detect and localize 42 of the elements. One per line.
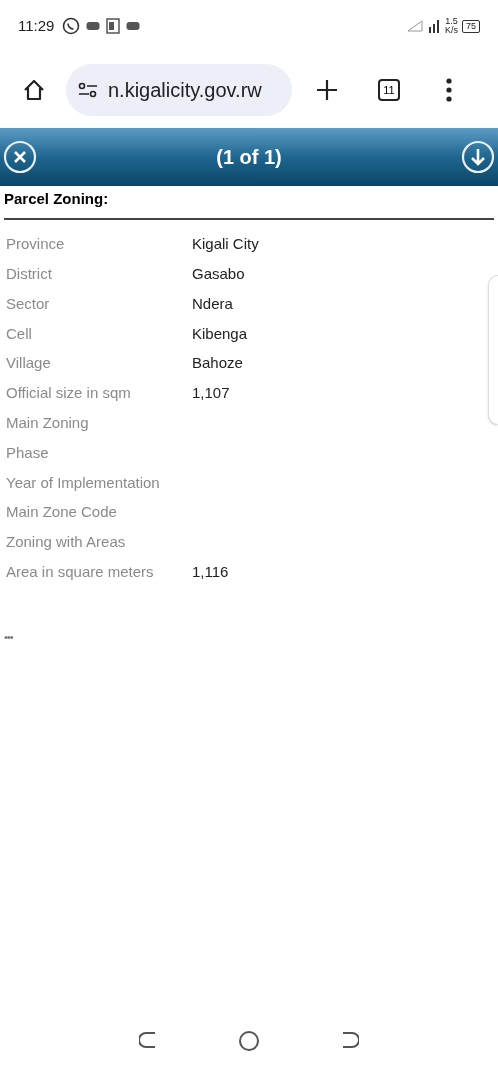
home-icon[interactable] — [22, 78, 46, 102]
document-icon — [106, 18, 121, 34]
field-label: Zoning with Areas — [6, 532, 127, 553]
field-value: 1,107 — [192, 383, 230, 404]
field-value: Bahoze — [192, 353, 243, 374]
field-value: Kibenga — [192, 323, 248, 344]
signal-icon — [406, 20, 423, 32]
field-label: Main Zone Code — [6, 502, 118, 523]
more-dots[interactable]: ••• — [4, 629, 13, 646]
gamepad-icon — [86, 21, 101, 31]
field-label: District — [6, 263, 53, 284]
battery-indicator: 75 — [462, 19, 480, 33]
network-speed: 1.5 — [445, 17, 458, 26]
field-label: Village — [6, 353, 52, 374]
field-label: Main Zoning — [6, 412, 90, 433]
field-label: Area in square meters — [6, 561, 155, 582]
field-value: 1,116 — [192, 561, 229, 582]
home-circle-icon[interactable] — [238, 1030, 260, 1052]
download-icon[interactable] — [461, 140, 495, 174]
chat-icon — [62, 17, 81, 35]
close-icon[interactable] — [3, 140, 37, 174]
more-options-icon[interactable] — [446, 78, 452, 102]
field-label: Official size in sqm — [6, 383, 132, 404]
gamepad-icon — [126, 21, 141, 31]
plus-icon[interactable] — [316, 79, 338, 101]
url-text: n.kigalicity.gov.rw — [108, 78, 262, 103]
popup-title: Parcel Zoning: — [4, 189, 110, 209]
field-value: Gasabo — [192, 263, 245, 284]
popup-counter: (1 of 1) — [215, 145, 283, 170]
status-time: 11:29 — [18, 15, 55, 36]
signal-icon — [426, 19, 441, 33]
field-value: Ndera — [192, 293, 233, 314]
tab-count-button[interactable]: 11 — [378, 79, 400, 101]
network-speed-unit: K/s — [444, 26, 458, 35]
field-label: Cell — [6, 323, 33, 344]
field-label: Province — [6, 234, 66, 255]
field-value: Kigali City — [192, 234, 259, 255]
address-bar[interactable]: n.kigalicity.gov.rw — [66, 64, 292, 116]
field-label: Phase — [6, 442, 50, 463]
field-label: Year of Implementation — [6, 472, 161, 493]
field-label: Sector — [6, 293, 51, 314]
site-settings-icon[interactable] — [78, 82, 98, 98]
